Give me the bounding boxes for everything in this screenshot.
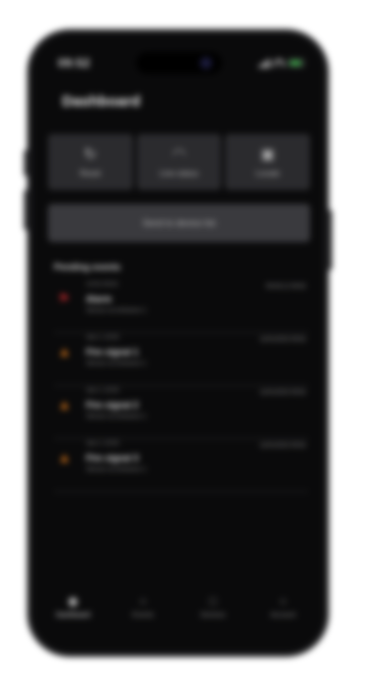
alert-meta: 10:52 09:54 [86,282,118,288]
refresh-icon: ↻ [84,145,97,163]
page-title: Dashboard [62,93,141,110]
alert-list: ⚑ 10:52 09:54 09:45:12 09:52 Alarm Senso… [54,280,308,492]
alert-subtitle: Sensor at entrance 1 [86,466,147,473]
alert-time: 09:45:12 09:52 [265,284,306,290]
locate-button[interactable]: ▣ Locate [225,134,311,190]
fire-icon: ▲ [58,344,71,359]
alert-title: Fire signal 1 [86,347,139,357]
tab-label: Events [132,612,154,619]
action-label: Reset [79,168,101,178]
action-label: Locate [255,168,280,178]
alert-title: Fire signal 2 [86,400,139,410]
list-item[interactable]: ▲ Jan 2, 10:52 11/01/2023 09:52 Fire sig… [54,439,308,492]
fire-icon: ▲ [58,450,71,465]
list-item[interactable]: ▲ Jan 2, 10:52 11/01/2023 09:52 Fire sig… [54,386,308,439]
tab-label: Dashboard [55,612,91,619]
section-title: Pending events [54,262,121,272]
alert-time: 11/01/2023 09:52 [259,390,306,396]
alert-subtitle: Sensor at entrance 1 [86,413,147,420]
bell-icon: ○ [139,594,147,608]
speedometer-icon: ◠ [172,145,186,163]
send-to-device-button[interactable]: Send to device list [48,204,310,242]
alert-subtitle: Sensor at entrance 1 [86,360,147,367]
tab-label: Account [270,612,296,619]
tab-bar: ◉ Dashboard ○ Events □ Devices ○ Account [38,594,318,634]
signal-icon [259,58,270,68]
tab-events[interactable]: ○ Events [113,594,173,634]
alert-icon: ⚑ [58,291,70,306]
home-icon: ◉ [67,594,79,608]
screenshot: 09:52 Dashboard ↻ Reset ◠ Line status ▣ … [0,0,369,676]
tab-devices[interactable]: □ Devices [183,594,243,634]
status-time: 09:52 [58,56,91,70]
status-bar: 09:52 [58,54,304,72]
action-label: Line status [159,168,199,178]
alert-meta: Jan 2, 10:52 [86,441,120,447]
tab-dashboard[interactable]: ◉ Dashboard [43,594,103,634]
battery-icon [288,59,304,67]
alert-subtitle: Sensor at entrance 1 [86,307,147,314]
alert-time: 11/01/2023 09:52 [259,443,306,449]
user-icon: ○ [279,594,287,608]
quick-actions: ↻ Reset ◠ Line status ▣ Locate [48,134,311,190]
tab-account[interactable]: ○ Account [253,594,313,634]
alert-meta: Jan 2, 10:52 [86,388,120,394]
alert-title: Fire signal 3 [86,453,139,463]
wifi-icon [274,59,284,67]
line-status-button[interactable]: ◠ Line status [136,134,222,190]
status-icons [259,58,304,68]
tab-label: Devices [200,612,226,619]
list-item[interactable]: ⚑ 10:52 09:54 09:45:12 09:52 Alarm Senso… [54,280,308,333]
alert-time: 11/01/2023 09:52 [259,337,306,343]
fire-icon: ▲ [58,397,71,412]
phone-power-button [328,210,332,270]
phone-frame: 09:52 Dashboard ↻ Reset ◠ Line status ▣ … [28,30,328,656]
devices-icon: □ [209,594,217,608]
alert-meta: Jan 2, 10:52 [86,335,120,341]
list-item[interactable]: ▲ Jan 2, 10:52 11/01/2023 09:52 Fire sig… [54,333,308,386]
reset-button[interactable]: ↻ Reset [48,134,133,190]
alert-title: Alarm [86,294,112,304]
locate-icon: ▣ [260,145,275,163]
